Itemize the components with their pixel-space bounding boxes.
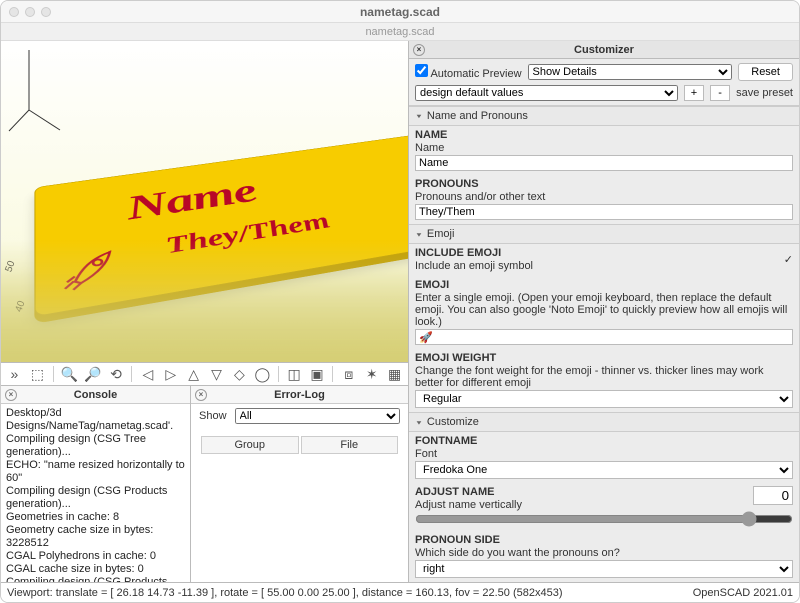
emoji-label: EMOJI	[415, 279, 793, 291]
viewport-3d[interactable]: 50 40 Name They/Them	[1, 41, 408, 362]
viewport-toolbar: » ⬚ 🔍 🔎 ⟲ ◁ ▷ △ ▽ ◇ ◯ ◫ ▣ ⧈ ✶ ▦	[1, 362, 408, 386]
close-errorlog-icon[interactable]: ×	[195, 389, 207, 401]
section-customize[interactable]: Customize	[409, 413, 799, 432]
include-emoji-check-icon[interactable]: ✓	[784, 253, 793, 266]
ortho-icon[interactable]: ▣	[308, 364, 327, 384]
reset-button[interactable]: Reset	[738, 63, 793, 81]
axes-icon[interactable]: ✶	[362, 364, 381, 384]
col-group[interactable]: Group	[201, 436, 299, 454]
emoji-weight-label: EMOJI WEIGHT	[415, 352, 793, 364]
zoom-out-icon[interactable]: 🔎	[83, 364, 102, 384]
section-name-pronouns[interactable]: Name and Pronouns	[409, 107, 799, 126]
adjust-name-value[interactable]	[753, 486, 793, 505]
console-title: Console	[74, 389, 117, 401]
pronoun-side-select[interactable]: right	[415, 560, 793, 578]
fontname-label: FONTNAME	[415, 435, 793, 447]
adjust-name-slider[interactable]	[415, 511, 793, 527]
close-customizer-icon[interactable]: ×	[413, 44, 425, 56]
detail-select[interactable]: Show Details	[528, 64, 733, 80]
col-file[interactable]: File	[301, 436, 399, 454]
fontname-select[interactable]: Fredoka One	[415, 461, 793, 479]
close-console-icon[interactable]: ×	[5, 389, 17, 401]
console-panel: × Console Desktop/3d Designs/NameTag/nam…	[1, 386, 191, 582]
emoji-weight-select[interactable]: Regular	[415, 390, 793, 408]
name-input[interactable]	[415, 155, 793, 171]
error-table: Group File	[199, 434, 400, 456]
error-log-title: Error-Log	[274, 389, 325, 401]
window-title: nametag.scad	[1, 5, 799, 19]
view-top-icon[interactable]: △	[184, 364, 203, 384]
error-log-panel: × Error-Log Show All Group File	[191, 386, 408, 582]
view-bottom-icon[interactable]: ▽	[207, 364, 226, 384]
expand-icon[interactable]: »	[5, 364, 24, 384]
view-center-icon[interactable]: ◯	[253, 364, 272, 384]
add-preset-button[interactable]: +	[684, 85, 704, 101]
edges-icon[interactable]: ▦	[385, 364, 404, 384]
zoom-in-icon[interactable]: 🔍	[60, 364, 79, 384]
view-left-icon[interactable]: ◁	[138, 364, 157, 384]
preview-name-text: Name	[124, 173, 263, 229]
pronoun-side-label: PRONOUN SIDE	[415, 534, 793, 546]
preset-select[interactable]: design default values	[415, 85, 678, 101]
auto-preview-checkbox[interactable]: Automatic Preview	[415, 64, 522, 80]
view-diag-icon[interactable]: ◇	[230, 364, 249, 384]
adjust-name-label: ADJUST NAME	[415, 486, 522, 498]
preview-icon[interactable]: ⬚	[28, 364, 47, 384]
console-output[interactable]: Desktop/3d Designs/NameTag/nametag.scad'…	[1, 404, 190, 582]
pronouns-input[interactable]	[415, 204, 793, 220]
tab-bar: nametag.scad	[1, 23, 799, 41]
status-viewport: Viewport: translate = [ 26.18 14.73 -11.…	[7, 587, 562, 599]
tab-filename[interactable]: nametag.scad	[365, 26, 434, 38]
titlebar: nametag.scad	[1, 1, 799, 23]
emoji-input[interactable]	[415, 329, 793, 345]
include-emoji-label: INCLUDE EMOJI	[415, 247, 533, 259]
wireframe-icon[interactable]: ⧈	[339, 364, 358, 384]
remove-preset-button[interactable]: -	[710, 85, 730, 101]
status-version: OpenSCAD 2021.01	[693, 587, 793, 599]
name-label: NAME	[415, 129, 793, 141]
pronouns-label: PRONOUNS	[415, 178, 793, 190]
show-label: Show	[199, 410, 227, 422]
reset-view-icon[interactable]: ⟲	[107, 364, 126, 384]
view-right-icon[interactable]: ▷	[161, 364, 180, 384]
rocket-icon	[57, 242, 128, 297]
nametag-preview: Name They/Them	[34, 135, 408, 317]
customizer-title: Customizer	[574, 44, 634, 56]
section-emoji[interactable]: Emoji	[409, 225, 799, 244]
error-filter-select[interactable]: All	[235, 408, 400, 424]
perspective-icon[interactable]: ◫	[285, 364, 304, 384]
save-preset-link[interactable]: save preset	[736, 87, 793, 99]
